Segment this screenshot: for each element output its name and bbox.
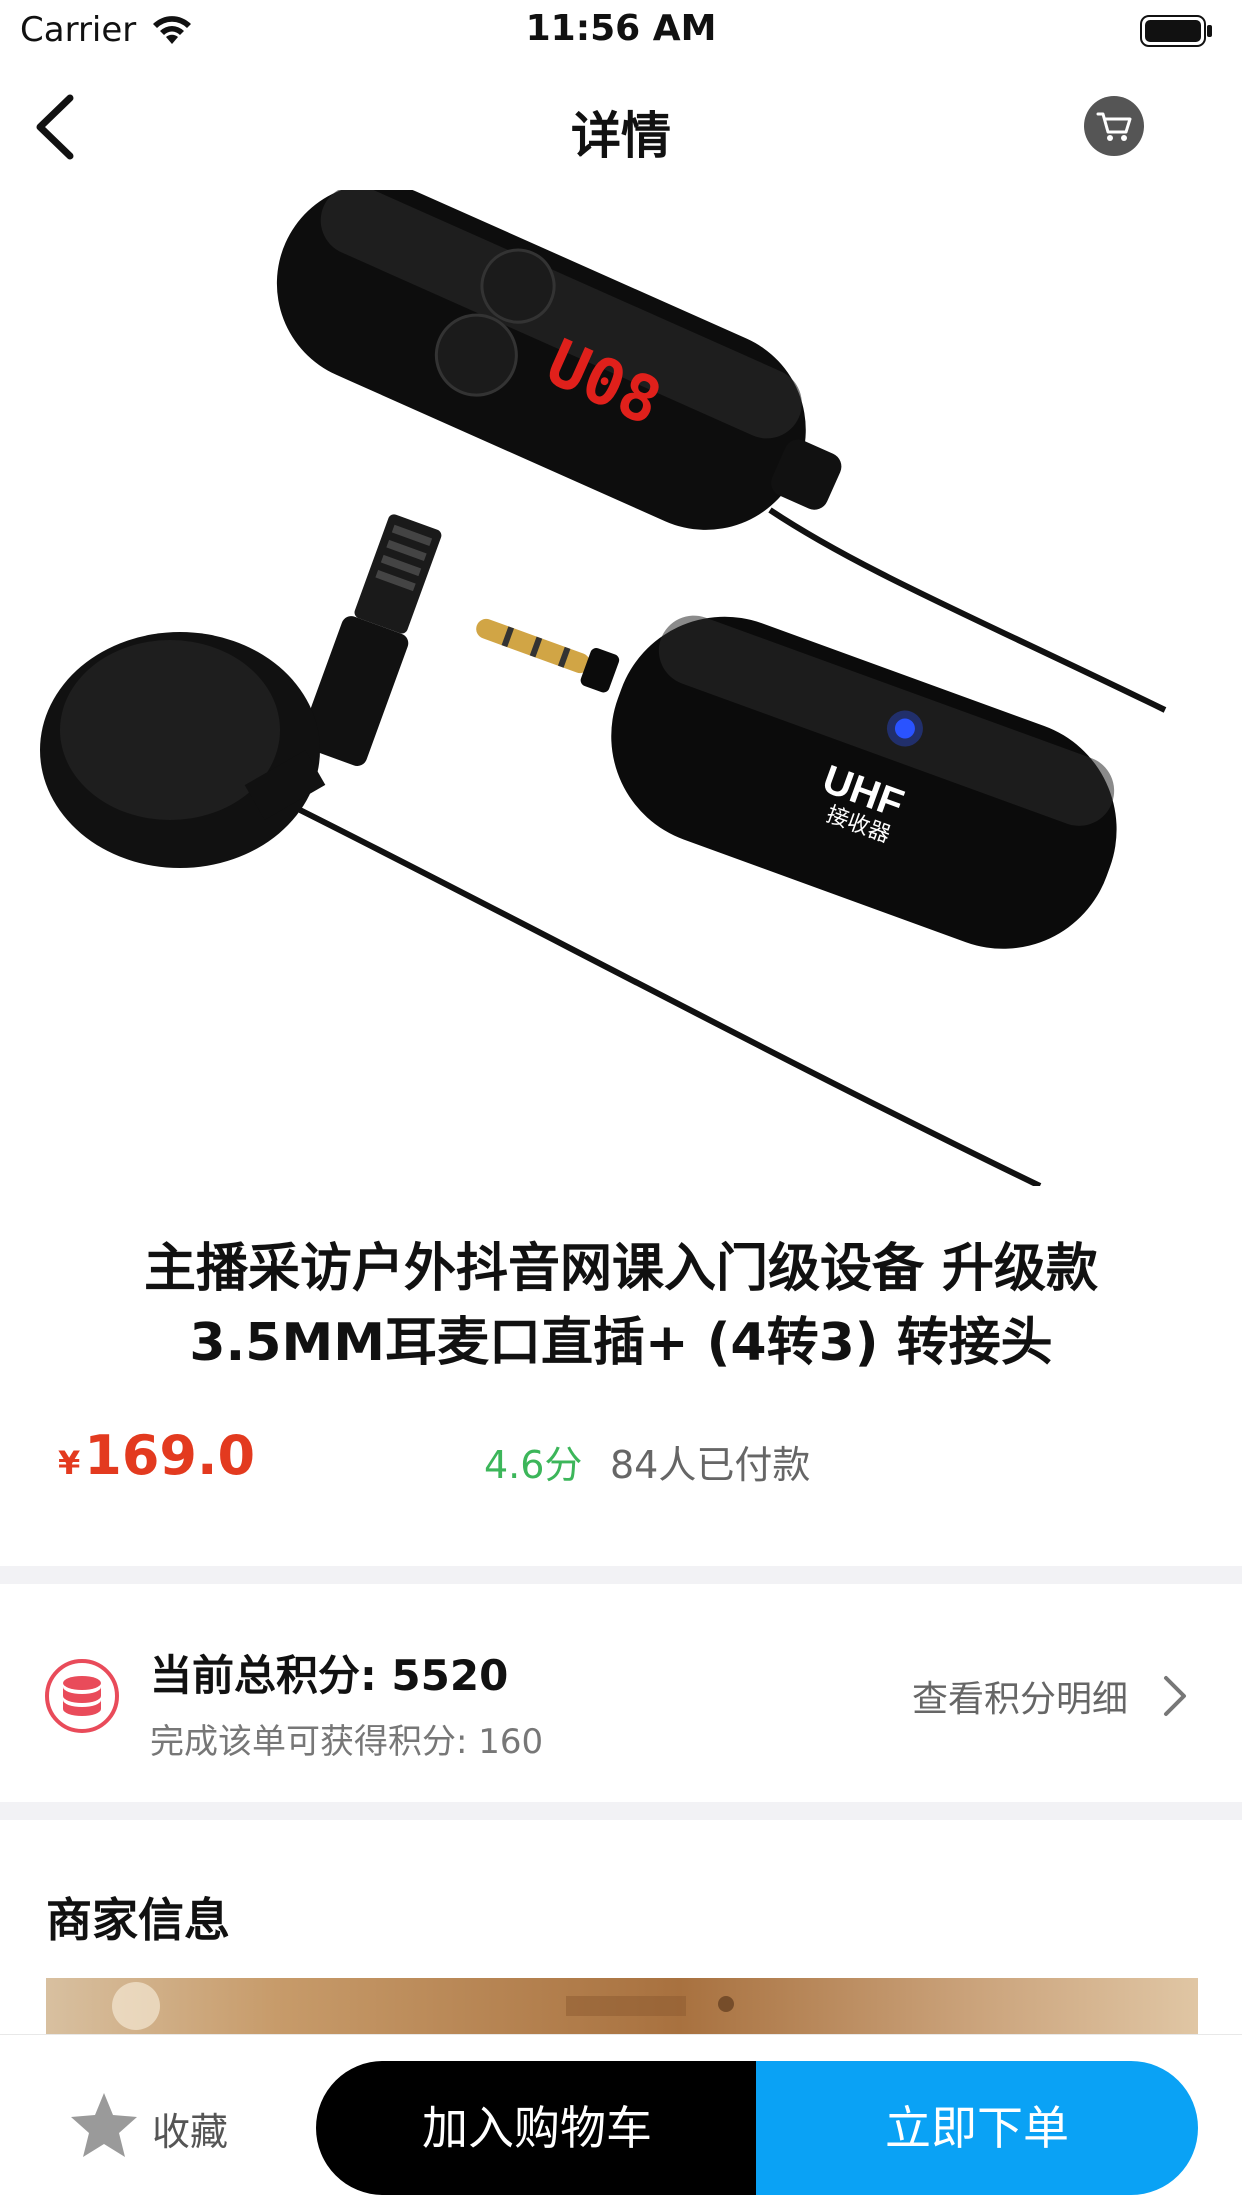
- product-image[interactable]: U08 UHF 发射器 UHF 接收器: [0, 190, 1242, 1186]
- points-earn: 完成该单可获得积分: 160: [150, 1722, 544, 1762]
- navigation-bar: 详情: [0, 62, 1242, 190]
- bottom-action-bar: 收藏 加入购物车 立即下单: [0, 2034, 1242, 2208]
- section-divider: [0, 1802, 1242, 1820]
- coin-stack-icon: [44, 1658, 120, 1734]
- price-value: 169.0: [84, 1424, 256, 1487]
- product-price: ¥169.0: [58, 1424, 255, 1487]
- currency-symbol: ¥: [58, 1444, 81, 1482]
- product-title: 主播采访户外抖音网课入门级设备 升级款 3.5MM耳麦口直插+ (4转3) 转接…: [143, 1239, 1099, 1373]
- section-divider: [0, 1566, 1242, 1584]
- favorite-label: 收藏: [152, 2110, 229, 2154]
- points-detail-link[interactable]: 查看积分明细: [912, 1670, 1128, 1722]
- star-icon: [68, 2091, 140, 2163]
- points-total: 当前总积分: 5520: [150, 1651, 509, 1700]
- favorite-button[interactable]: 收藏: [68, 2091, 258, 2163]
- cart-button[interactable]: [1084, 96, 1144, 156]
- merchant-photo[interactable]: [46, 1978, 1198, 2034]
- battery-icon: [1140, 14, 1214, 52]
- page-title: 详情: [571, 107, 671, 165]
- merchant-section-title: 商家信息: [46, 1893, 230, 1947]
- sold-count: 84人已付款: [610, 1443, 811, 1487]
- shopping-cart-icon: [1096, 112, 1132, 141]
- buy-now-button[interactable]: 立即下单: [756, 2061, 1198, 2195]
- clock-time: 11:56 AM: [525, 8, 717, 49]
- status-bar: Carrier 11:56 AM: [0, 0, 1242, 62]
- add-to-cart-button[interactable]: 加入购物车: [316, 2061, 758, 2195]
- product-rating: 4.6分: [484, 1443, 583, 1487]
- chevron-right-icon[interactable]: [1160, 1672, 1190, 1724]
- product-detail-screen: Carrier 11:56 AM 详情 U08 UHF 发射器 UHF 接收器 …: [0, 0, 1242, 2208]
